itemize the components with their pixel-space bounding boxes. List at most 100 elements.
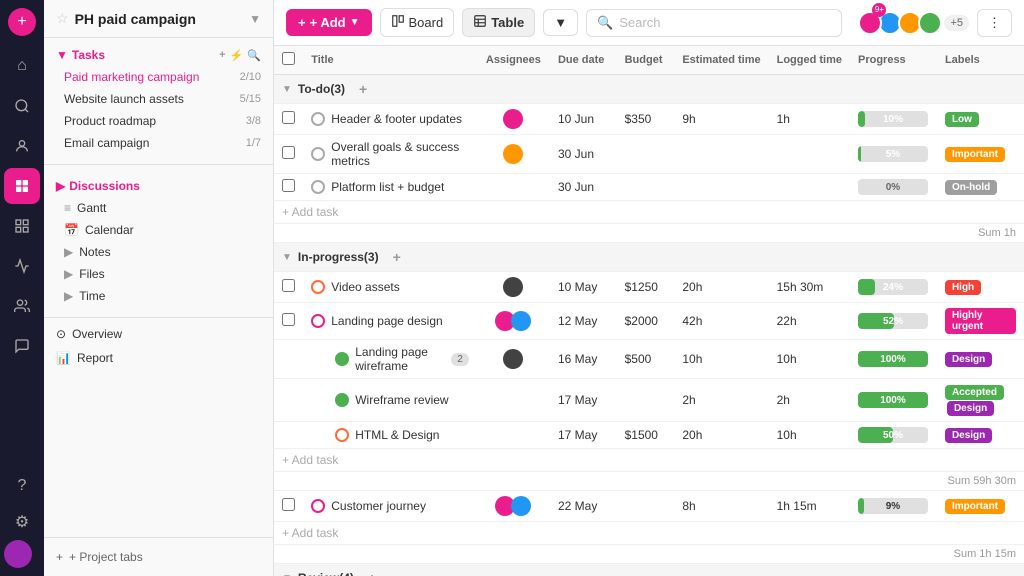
sidebar-item-paid-campaign[interactable]: Paid marketing campaign 2/10 xyxy=(44,66,273,88)
board-icon xyxy=(391,14,405,31)
task-checkbox[interactable] xyxy=(282,146,295,159)
progress-label: 5% xyxy=(858,146,928,162)
nav-people[interactable] xyxy=(4,288,40,324)
nav-home[interactable]: ⌂ xyxy=(4,48,40,84)
table-row: Platform list + budget 30 Jun 0% On xyxy=(274,174,1024,201)
filter-icon[interactable]: ⚡ xyxy=(230,49,244,62)
nav-everything[interactable] xyxy=(4,208,40,244)
global-add-button[interactable]: + xyxy=(8,8,36,36)
col-assignees: Assignees xyxy=(477,46,550,75)
search-box[interactable]: 🔍 Search xyxy=(586,9,842,37)
label-badge: Highly urgent xyxy=(945,308,1016,334)
task-item-label: Website launch assets xyxy=(64,92,184,106)
topbar-center: 🔍 Search xyxy=(586,9,842,37)
chevron-down-icon[interactable]: ▼ xyxy=(249,12,261,26)
table-view-button[interactable]: Table xyxy=(462,8,535,37)
user-avatar[interactable] xyxy=(4,540,32,568)
more-options-button[interactable]: ⋮ xyxy=(977,9,1012,37)
section-chevron[interactable]: ▼ xyxy=(282,84,292,95)
star-icon[interactable]: ☆ xyxy=(56,10,69,27)
tasks-section-header[interactable]: ▼ Tasks + ⚡ 🔍 xyxy=(44,44,273,66)
task-checkbox[interactable] xyxy=(282,498,295,511)
task-name[interactable]: Overall goals & success metrics xyxy=(331,140,469,168)
progress-bar: 10% xyxy=(858,111,928,127)
task-name[interactable]: HTML & Design xyxy=(355,428,439,442)
add-task-inprogress[interactable]: + Add task xyxy=(274,449,1024,472)
sidebar-item-gantt[interactable]: ≡ Gantt xyxy=(44,197,273,219)
select-all-checkbox[interactable] xyxy=(282,52,295,65)
nav-projects[interactable] xyxy=(4,168,40,204)
task-name[interactable]: Platform list + budget xyxy=(331,180,444,194)
task-checkbox[interactable] xyxy=(282,179,295,192)
nav-chat[interactable] xyxy=(4,328,40,364)
task-checkbox[interactable] xyxy=(282,313,295,326)
nav-help[interactable]: ? xyxy=(4,468,40,504)
status-dot[interactable] xyxy=(311,112,325,126)
task-checkbox[interactable] xyxy=(282,111,295,124)
sidebar-item-files[interactable]: ▶ Files xyxy=(44,263,273,285)
logged-time-cell: 1h xyxy=(769,104,850,135)
search-icon[interactable]: 🔍 xyxy=(247,49,261,62)
chevron-icon: ▼ xyxy=(56,48,68,62)
task-name[interactable]: Wireframe review xyxy=(355,393,448,407)
progress-bar: 50% xyxy=(858,427,928,443)
add-button[interactable]: + + Add ▼ xyxy=(286,9,372,36)
section-chevron[interactable]: ▼ xyxy=(282,573,292,576)
status-dot[interactable] xyxy=(311,180,325,194)
status-dot[interactable] xyxy=(311,314,325,328)
add-task-customer[interactable]: + Add task xyxy=(274,522,1024,545)
nav-me[interactable] xyxy=(4,128,40,164)
sidebar-item-email[interactable]: Email campaign 1/7 xyxy=(44,132,273,154)
task-item-label: Email campaign xyxy=(64,136,149,150)
sum-customer: Sum 1h 15m xyxy=(274,545,1024,564)
status-dot[interactable] xyxy=(335,352,349,366)
section-add-button[interactable]: + xyxy=(393,249,401,265)
progress-label: 50% xyxy=(858,427,928,443)
sidebar-item-calendar[interactable]: 📅 Calendar xyxy=(44,219,273,241)
progress-cell: 10% xyxy=(850,104,937,135)
board-view-button[interactable]: Board xyxy=(380,8,455,37)
label-badge: Important xyxy=(945,499,1005,514)
add-chevron-icon[interactable]: ▼ xyxy=(350,17,360,28)
due-date-cell: 10 Jun xyxy=(550,104,617,135)
nav-settings[interactable]: ⚙ xyxy=(4,504,40,540)
section-add-button[interactable]: + xyxy=(359,81,367,97)
task-name[interactable]: Video assets xyxy=(331,280,400,294)
progress-label: 24% xyxy=(858,279,928,295)
section-title: In-progress(3) xyxy=(298,250,379,264)
status-dot[interactable] xyxy=(335,393,349,407)
section-chevron[interactable]: ▼ xyxy=(282,252,292,263)
task-name[interactable]: Landing page wireframe xyxy=(355,345,441,373)
task-name[interactable]: Header & footer updates xyxy=(331,112,462,126)
team-avatar-4[interactable] xyxy=(918,11,942,35)
more-views-button[interactable]: ▼ xyxy=(543,9,578,36)
status-dot[interactable] xyxy=(335,428,349,442)
sidebar-item-report[interactable]: 📊 Report xyxy=(44,346,273,370)
table-row: Landing page design 12 May $2000 42h 22h… xyxy=(274,303,1024,340)
table-row: Overall goals & success metrics 30 Jun 5… xyxy=(274,135,1024,174)
nav-reports[interactable] xyxy=(4,248,40,284)
status-dot[interactable] xyxy=(311,280,325,294)
extra-avatars-badge[interactable]: +5 xyxy=(944,15,969,31)
section-title: To-do(3) xyxy=(298,82,345,96)
sidebar-item-time[interactable]: ▶ Time xyxy=(44,285,273,307)
add-task-todo[interactable]: + Add task xyxy=(274,201,1024,224)
add-project-tab-button[interactable]: + + Project tabs xyxy=(56,546,261,568)
task-name[interactable]: Customer journey xyxy=(331,499,426,513)
add-tab-label: + Project tabs xyxy=(69,550,143,564)
task-name[interactable]: Landing page design xyxy=(331,314,442,328)
sidebar-item-website[interactable]: Website launch assets 5/15 xyxy=(44,88,273,110)
sidebar-item-overview[interactable]: ⊙ Overview xyxy=(44,322,273,346)
section-add-button[interactable]: + xyxy=(368,570,376,576)
col-checkbox xyxy=(274,46,303,75)
task-checkbox[interactable] xyxy=(282,279,295,292)
task-table: Title Assignees Due date Budget Estimate… xyxy=(274,46,1024,576)
status-dot[interactable] xyxy=(311,147,325,161)
nav-search[interactable] xyxy=(4,88,40,124)
sidebar-item-notes[interactable]: ▶ Notes xyxy=(44,241,273,263)
add-task-icon[interactable]: + xyxy=(219,49,225,62)
sidebar-item-roadmap[interactable]: Product roadmap 3/8 xyxy=(44,110,273,132)
discussions-section-header[interactable]: ▶ Discussions xyxy=(44,175,273,197)
status-dot[interactable] xyxy=(311,499,325,513)
section-todo: ▼ To-do(3) + xyxy=(274,75,1024,104)
